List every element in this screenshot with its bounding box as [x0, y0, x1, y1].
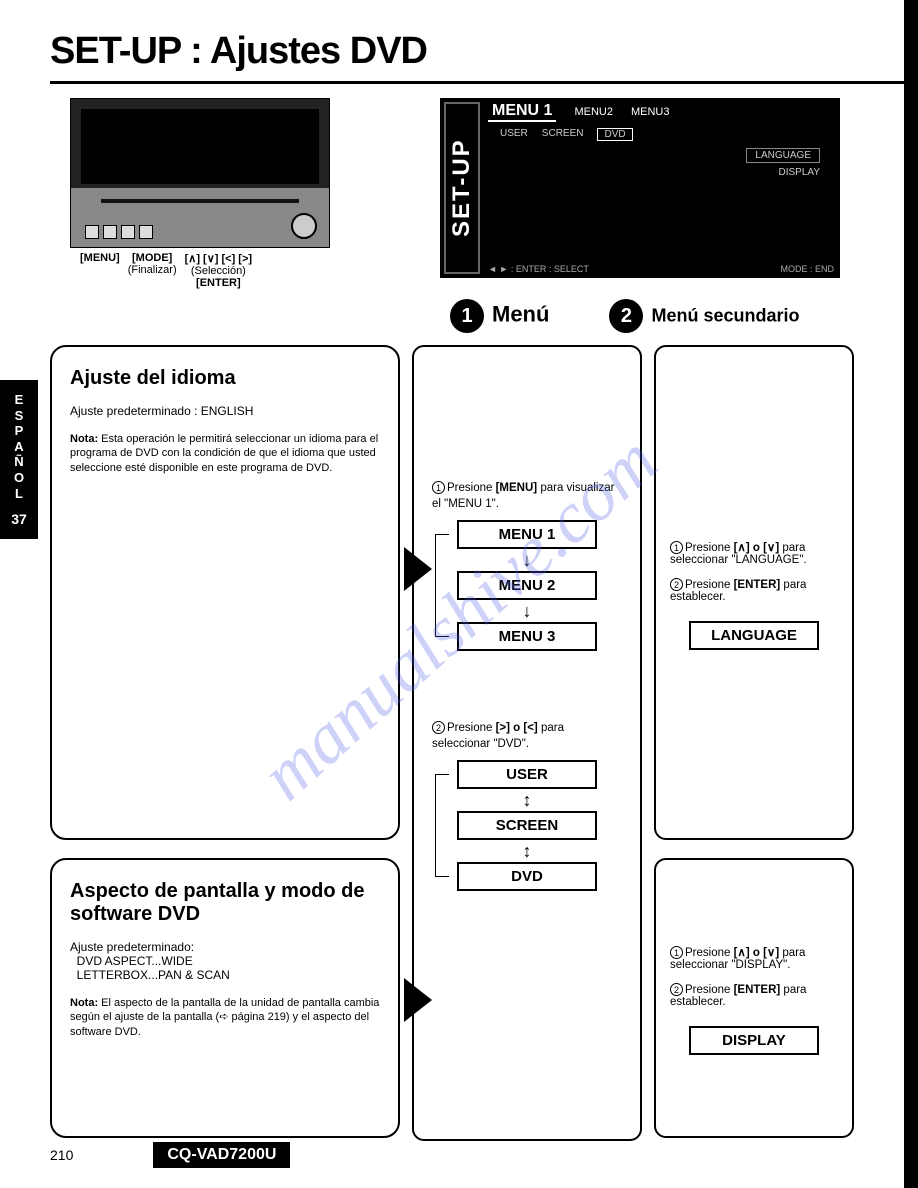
right2-step2: 2Presione [ENTER] para establecer.: [670, 983, 838, 1008]
box2-note: Nota: El aspecto de la pantalla de la un…: [70, 996, 380, 1039]
box1-heading: Ajuste del idioma: [70, 367, 380, 390]
display-label-button: DISPLAY: [689, 1026, 819, 1055]
updown-arrow-icon: ↕: [523, 791, 532, 809]
mid-step2-text: 2Presione [>] o [<] para seleccionar "DV…: [424, 721, 630, 760]
submenu-display-box: 1Presione [∧] o [∨] para seleccionar "DI…: [654, 858, 854, 1138]
down-arrow-icon: ↓: [523, 551, 532, 569]
device-button-labels: [MENU] [MODE](Finalizar) [∧] [∨] [<] [>]…: [80, 252, 360, 289]
onscreen-setup-screenshot: SET-UP MENU 1 MENU2 MENU3 USER SCREEN DV…: [440, 98, 840, 278]
menu-navigation-column: 1Presione [MENU] para visualizar el "MEN…: [412, 345, 642, 1141]
title-rule: [50, 81, 908, 84]
language-adjust-box: Ajuste del idioma Ajuste predeterminado …: [50, 345, 400, 840]
model-label: CQ-VAD7200U: [153, 1142, 290, 1168]
user-button: USER: [457, 760, 597, 789]
submenu-language-box: 1Presione [∧] o [∨] para seleccionar "LA…: [654, 345, 854, 840]
aspect-box: Aspecto de pantalla y modo de software D…: [50, 858, 400, 1138]
device-illustration: [70, 98, 330, 248]
box2-heading: Aspecto de pantalla y modo de software D…: [70, 880, 380, 926]
down-arrow-icon: ↓: [523, 602, 532, 620]
box2-preset: Ajuste predeterminado: DVD ASPECT...WIDE…: [70, 940, 380, 982]
box1-note: Nota: Esta operación le permitirá selecc…: [70, 432, 380, 475]
menu3-button: MENU 3: [457, 622, 597, 651]
step-2-header: 2Menú secundario: [609, 299, 799, 333]
menu1-button: MENU 1: [457, 520, 597, 549]
language-label-button: LANGUAGE: [689, 621, 819, 650]
dvd-button: DVD: [457, 862, 597, 891]
screen-button: SCREEN: [457, 811, 597, 840]
page-title: SET-UP : Ajustes DVD: [50, 30, 908, 73]
right1-step1: 1Presione [∧] o [∨] para seleccionar "LA…: [670, 540, 838, 566]
language-side-tab: ESPAÑOL 37: [0, 380, 38, 539]
menu2-button: MENU 2: [457, 571, 597, 600]
right1-step2: 2Presione [ENTER] para establecer.: [670, 578, 838, 603]
right2-step1: 1Presione [∧] o [∨] para seleccionar "DI…: [670, 945, 838, 971]
step-1-header: 1Menú: [450, 299, 549, 333]
box1-preset: Ajuste predeterminado : ENGLISH: [70, 404, 380, 418]
updown-arrow-icon: ↕: [523, 842, 532, 860]
page-number: 210: [50, 1147, 73, 1163]
mid-step1-text: 1Presione [MENU] para visualizar el "MEN…: [424, 481, 630, 520]
